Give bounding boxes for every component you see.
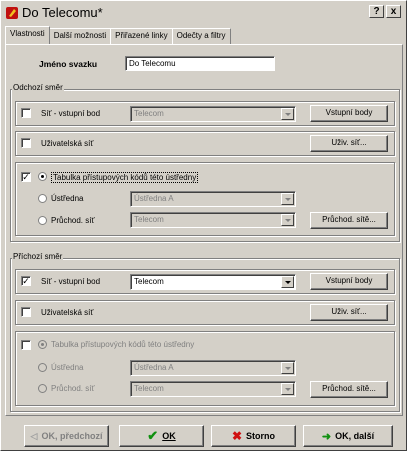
title-bar: Do Telecomu* ? x [3,3,404,22]
cancel-label: Storno [246,431,276,441]
outgoing-table-label: Tabulka přístupových kódů této ústředny [51,172,199,183]
ok-next-label: OK, další [335,431,375,441]
incoming-transit-radio[interactable] [38,384,47,393]
incoming-transit-combo[interactable]: Telecom [130,381,296,397]
incoming-exchange-combo[interactable]: Ústředna A [130,360,296,376]
outgoing-exchange-label: Ústředna [51,194,84,203]
help-button[interactable]: ? [369,5,384,18]
incoming-exchange-label: Ústředna [51,363,84,372]
outgoing-transit-button[interactable]: Průchod. sítě... [310,212,388,229]
window-title: Do Telecomu* [22,5,103,20]
outgoing-exchange-radio[interactable] [38,194,47,203]
ok-previous-label: OK, předchozí [41,431,103,441]
checkmark-icon: ✔ [147,428,159,443]
tab-vlastnosti[interactable]: Vlastnosti [5,26,50,44]
outgoing-group-title: Odchozí směr [12,83,64,92]
dialog-window: Do Telecomu* ? x Vlastnosti Další možnos… [0,0,407,451]
outgoing-table-checkbox[interactable]: ✓ [21,172,31,182]
tab-dalsi-moznosti[interactable]: Další možnosti [48,28,112,44]
name-field[interactable]: Do Telecomu [125,56,275,71]
incoming-entry-value: Telecom [134,277,164,286]
chevron-down-icon [281,383,294,395]
chevron-down-icon [281,193,294,205]
chevron-down-icon [281,214,294,226]
tab-panel: Jméno svazku Do Telecomu Odchozí směr Sí… [5,44,403,416]
close-button[interactable]: x [386,5,401,18]
incoming-table-checkbox[interactable] [21,340,31,350]
ok-next-button[interactable]: ➜ OK, další [303,425,393,447]
outgoing-exchange-combo[interactable]: Ústředna A [130,191,296,207]
tab-prirazene-linky[interactable]: Přiřazené linky [110,28,173,44]
outgoing-usernet-label: Uživatelská síť [41,139,94,148]
chevron-down-icon [281,276,294,288]
outgoing-transit-value: Telecom [134,215,164,224]
outgoing-table-radio[interactable] [38,172,47,181]
chevron-down-icon [281,108,294,120]
outgoing-entry-label: Síť - vstupní bod [41,109,101,118]
app-icon [5,6,19,20]
incoming-usernet-checkbox[interactable] [21,307,31,317]
outgoing-entry-combo[interactable]: Telecom [130,106,296,122]
incoming-transit-label: Průchod. síť [51,384,95,393]
ok-previous-button[interactable]: ◁ OK, předchozí [24,425,109,447]
tab-odecty-filtry[interactable]: Odečty a filtry [171,28,231,44]
outgoing-transit-combo[interactable]: Telecom [130,212,296,228]
outgoing-transit-label: Průchod. síť [51,216,95,225]
ok-button[interactable]: ✔ OK [119,425,204,447]
cross-icon: ✖ [231,429,243,443]
outgoing-entry-button[interactable]: Vstupní body [310,105,388,122]
outgoing-exchange-value: Ústředna A [134,194,174,203]
incoming-table-radio[interactable] [38,340,47,349]
name-label: Jméno svazku [39,59,98,69]
incoming-entry-button[interactable]: Vstupní body [310,273,388,290]
outgoing-entry-value: Telecom [134,109,164,118]
incoming-exchange-radio[interactable] [38,363,47,372]
incoming-entry-label: Síť - vstupní bod [41,277,101,286]
incoming-transit-button[interactable]: Průchod. sítě... [310,381,388,398]
incoming-group-title: Příchozí směr [12,252,64,261]
outgoing-transit-radio[interactable] [38,216,47,225]
arrow-left-icon: ◁ [30,430,38,441]
incoming-entry-checkbox[interactable]: ✓ [21,276,31,286]
outgoing-entry-checkbox[interactable] [21,108,31,118]
incoming-table-label: Tabulka přístupových kódů této ústředny [51,340,195,349]
incoming-transit-value: Telecom [134,384,164,393]
ok-label: OK [162,431,176,441]
chevron-down-icon [281,362,294,374]
outgoing-usernet-checkbox[interactable] [21,138,31,148]
incoming-entry-combo[interactable]: Telecom [130,274,296,290]
tab-strip: Vlastnosti Další možnosti Přiřazené link… [5,26,231,44]
incoming-usernet-button[interactable]: Uživ. síť... [310,304,388,321]
incoming-usernet-label: Uživatelská síť [41,308,94,317]
outgoing-usernet-button[interactable]: Uživ. síť... [310,135,388,152]
arrow-right-icon: ➜ [321,430,332,443]
incoming-exchange-value: Ústředna A [134,363,174,372]
cancel-button[interactable]: ✖ Storno [211,425,296,447]
